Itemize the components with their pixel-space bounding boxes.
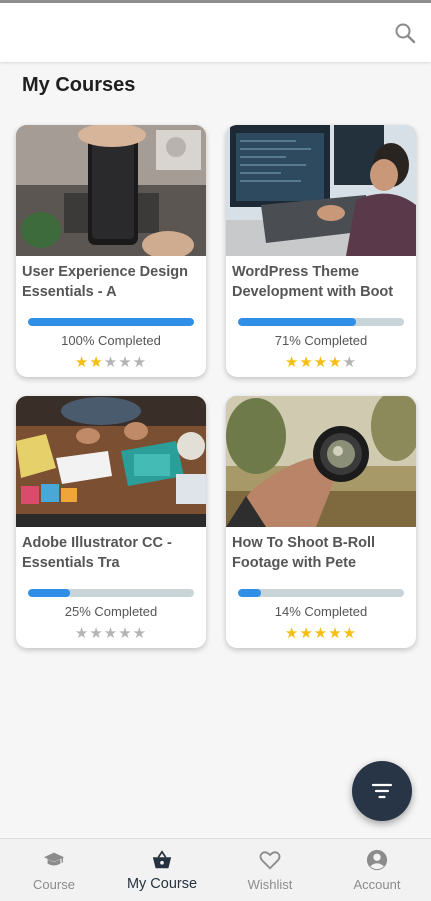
star-icon: ★ xyxy=(118,625,133,642)
nav-item-course[interactable]: Course xyxy=(0,839,108,901)
progress-fill xyxy=(28,589,70,597)
account-icon xyxy=(366,849,388,871)
star-rating: ★★★★★ xyxy=(16,353,206,371)
star-icon: ★ xyxy=(103,354,119,371)
nav-label: My Course xyxy=(126,876,198,892)
basket-icon xyxy=(152,850,172,869)
course-title: User Experience Design Essentials - A xyxy=(22,264,189,300)
star-icon: ★ xyxy=(103,625,119,642)
course-title: WordPress Theme Development with Boot xyxy=(232,264,394,300)
star-icon: ★ xyxy=(342,354,358,371)
course-title: Adobe Illustrator CC - Essentials Tra xyxy=(22,535,172,571)
star-icon: ★ xyxy=(299,625,314,642)
star-icon: ★ xyxy=(328,625,343,642)
star-rating: ★★★★★ xyxy=(226,353,416,371)
progress-fill xyxy=(238,318,356,326)
progress-bar xyxy=(238,589,404,597)
filter-button[interactable] xyxy=(352,761,412,821)
star-icon: ★ xyxy=(313,354,329,371)
progress-bar xyxy=(238,318,404,326)
course-thumbnail xyxy=(16,396,206,527)
nav-label: Course xyxy=(33,877,75,892)
star-icon: ★ xyxy=(313,625,329,642)
progress-bar xyxy=(28,318,194,326)
star-icon: ★ xyxy=(89,625,104,642)
star-icon: ★ xyxy=(299,354,314,371)
progress-bar xyxy=(28,589,194,597)
star-icon: ★ xyxy=(328,354,343,371)
progress-label: 25% Completed xyxy=(64,604,158,619)
course-thumbnail xyxy=(226,125,416,256)
course-title: How To Shoot B-Roll Footage with Pete xyxy=(232,535,376,571)
progress-label: 71% Completed xyxy=(274,333,368,348)
star-icon: ★ xyxy=(342,625,358,642)
star-icon: ★ xyxy=(89,354,104,371)
course-card-ux-design[interactable]: User Experience Design Essentials - A 10… xyxy=(16,125,206,377)
star-rating: ★★★★★ xyxy=(226,624,416,642)
nav-label: Account xyxy=(353,877,401,892)
nav-item-account[interactable]: Account xyxy=(323,839,431,901)
search-icon xyxy=(395,23,416,44)
nav-item-wishlist[interactable]: Wishlist xyxy=(216,839,324,901)
star-icon: ★ xyxy=(284,625,300,642)
progress-fill xyxy=(238,589,262,597)
course-card-illustrator[interactable]: Adobe Illustrator CC - Essentials Tra 25… xyxy=(16,396,206,648)
progress-label: 14% Completed xyxy=(274,604,368,619)
star-rating: ★★★★★ xyxy=(16,624,206,642)
star-icon: ★ xyxy=(284,354,300,371)
filter-icon xyxy=(371,783,393,799)
nav-label: Wishlist xyxy=(247,877,293,892)
search-button[interactable] xyxy=(393,21,417,45)
course-thumbnail xyxy=(16,125,206,256)
star-icon: ★ xyxy=(74,354,90,371)
progress-fill xyxy=(28,318,194,326)
star-icon: ★ xyxy=(132,625,148,642)
heart-icon xyxy=(259,851,281,870)
course-thumbnail xyxy=(226,396,416,527)
star-icon: ★ xyxy=(74,625,90,642)
app-bar xyxy=(0,3,431,62)
nav-item-my-course[interactable]: My Course xyxy=(108,839,216,901)
progress-label: 100% Completed xyxy=(61,333,161,348)
course-card-b-roll[interactable]: How To Shoot B-Roll Footage with Pete 14… xyxy=(226,396,416,648)
course-card-wordpress[interactable]: WordPress Theme Development with Boot 71… xyxy=(226,125,416,377)
graduation-cap-icon xyxy=(43,852,65,866)
bottom-nav: Course My Course Wishlist Account xyxy=(0,838,431,901)
star-icon: ★ xyxy=(132,354,148,371)
star-icon: ★ xyxy=(118,354,133,371)
page-title: My Courses xyxy=(22,74,136,96)
